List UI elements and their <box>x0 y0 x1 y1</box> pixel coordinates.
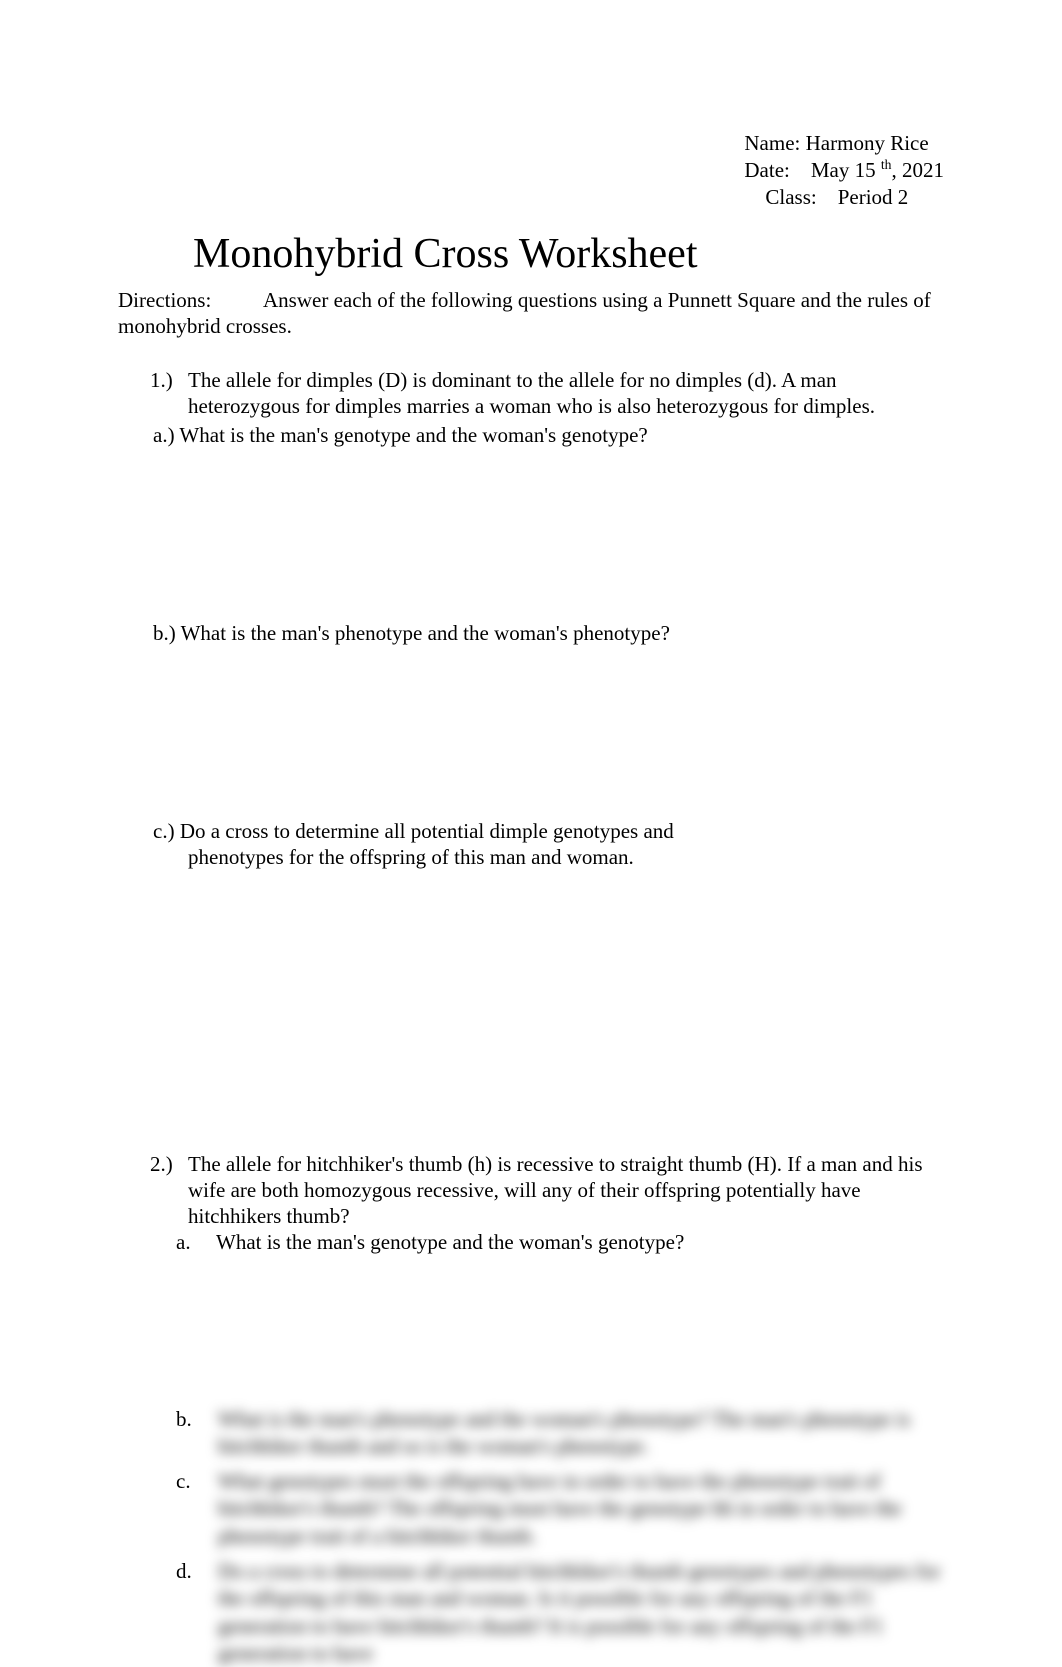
question-2d-blurred: Do a cross to determine all potential hi… <box>218 1558 944 1667</box>
date-label: Date: <box>744 158 789 182</box>
question-2-prompt: The allele for hitchhiker's thumb (h) is… <box>188 1151 924 1230</box>
question-1c: c.) Do a cross to determine all potentia… <box>153 818 924 871</box>
worksheet-title: Monohybrid Cross Worksheet <box>118 228 944 281</box>
date-th: th <box>881 157 892 172</box>
question-2a: a.What is the man's genotype and the wom… <box>176 1229 924 1255</box>
question-2a-text: What is the man's genotype and the woman… <box>216 1230 684 1254</box>
student-header: Name: Harmony Rice Date: May 15 th, 2021… <box>744 130 944 210</box>
question-2c-label: c. <box>176 1468 218 1550</box>
date-row: Date: May 15 th, 2021 <box>744 156 944 183</box>
question-1-prompt: The allele for dimples (D) is dominant t… <box>188 367 924 420</box>
name-label: Name: <box>744 131 800 155</box>
class-label: Class: <box>765 185 816 209</box>
date-monthday: May 15 <box>811 158 876 182</box>
question-2a-label: a. <box>176 1229 216 1255</box>
directions: Directions:Answer each of the following … <box>118 287 944 340</box>
question-1c-line2: phenotypes for the offspring of this man… <box>153 844 924 870</box>
question-1a: a.) What is the man's genotype and the w… <box>153 422 924 448</box>
question-1b: b.) What is the man's phenotype and the … <box>153 620 924 646</box>
directions-label: Directions: <box>118 287 263 313</box>
name-value: Harmony Rice <box>806 131 929 155</box>
question-2c-blurred: What genotypes must the offspring have i… <box>218 1468 944 1550</box>
name-row: Name: Harmony Rice <box>744 130 944 156</box>
blurred-answers: b. What is the man's phenotype and the w… <box>176 1406 944 1667</box>
class-row: Class: Period 2 <box>744 184 944 210</box>
question-1c-line1: c.) Do a cross to determine all potentia… <box>153 819 674 843</box>
date-year: , 2021 <box>892 158 945 182</box>
question-2: 2.) The allele for hitchhiker's thumb (h… <box>118 1151 944 1256</box>
question-1: 1.) The allele for dimples (D) is domina… <box>118 367 944 871</box>
question-2d-label: d. <box>176 1558 218 1667</box>
class-value: Period 2 <box>838 185 909 209</box>
question-2b-blurred: What is the man's phenotype and the woma… <box>218 1406 944 1461</box>
question-2b-label: b. <box>176 1406 218 1461</box>
